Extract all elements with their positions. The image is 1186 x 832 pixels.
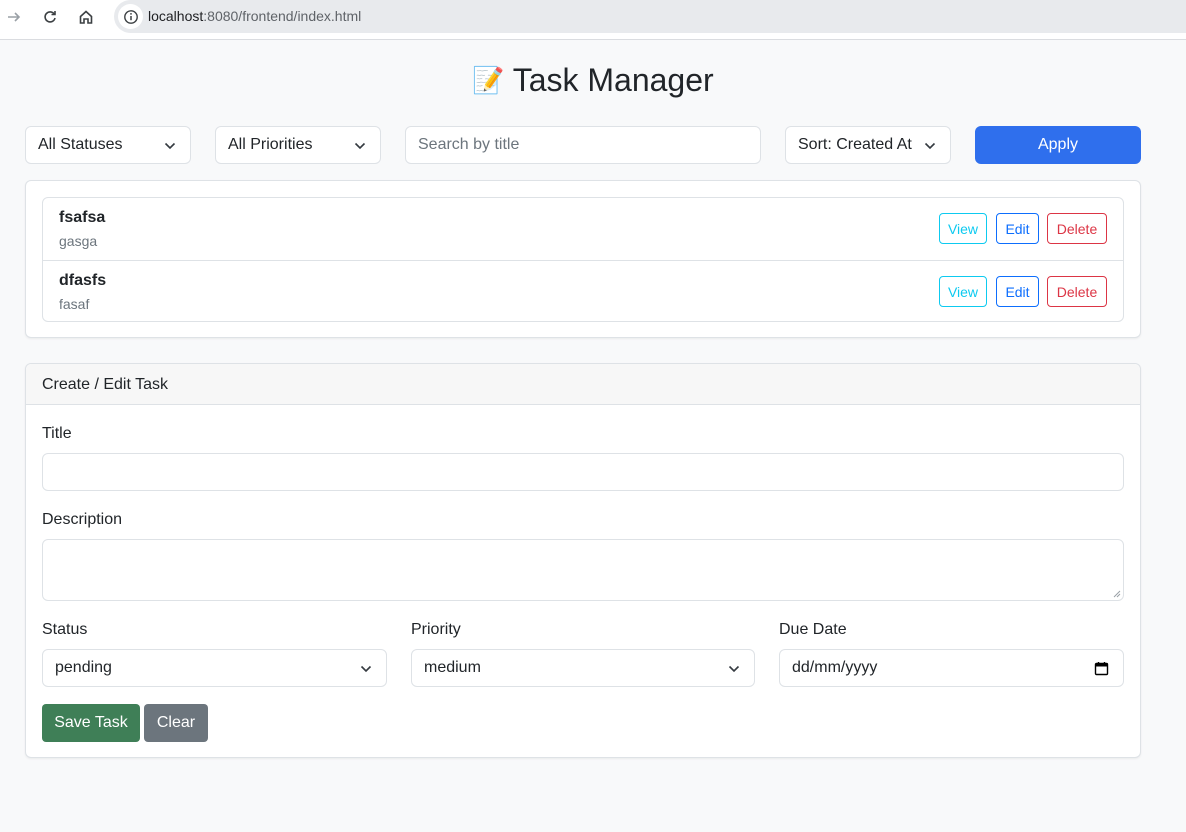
- status-label: Status: [42, 621, 88, 638]
- url-host: localhost: [148, 8, 204, 24]
- description-label: Description: [42, 511, 123, 528]
- resize-grip-icon[interactable]: [1113, 590, 1121, 598]
- chevron-down-icon: [164, 142, 176, 150]
- status-select[interactable]: pending: [42, 649, 387, 687]
- priority-label: Priority: [411, 621, 461, 638]
- chevron-down-icon: [360, 665, 372, 673]
- description-textarea[interactable]: [42, 539, 1124, 601]
- sort-select[interactable]: Sort: Created At: [785, 126, 951, 164]
- task-form-card: Create / Edit Task Title Description Sta…: [25, 363, 1141, 758]
- edit-button[interactable]: Edit: [996, 276, 1039, 307]
- sort-value: Sort: Created At: [798, 136, 912, 153]
- browser-toolbar: localhost:8080/frontend/index.html: [0, 0, 1186, 40]
- apply-button[interactable]: Apply: [975, 126, 1141, 164]
- calendar-icon[interactable]: [1094, 661, 1109, 676]
- status-filter-value: All Statuses: [38, 136, 123, 153]
- task-title: dfasfs: [59, 272, 107, 289]
- chevron-down-icon: [728, 665, 740, 673]
- search-input[interactable]: Search by title: [405, 126, 761, 164]
- search-placeholder: Search by title: [418, 136, 520, 153]
- task-list-card: fsafsa gasga View Edit Delete dfasfs fas…: [25, 180, 1141, 338]
- task-description: fasaf: [59, 296, 90, 312]
- title-label: Title: [42, 425, 72, 442]
- view-button[interactable]: View: [939, 213, 987, 244]
- status-filter-select[interactable]: All Statuses: [25, 126, 191, 164]
- forward-icon[interactable]: [2, 5, 26, 29]
- priority-select-value: medium: [424, 659, 481, 676]
- url-path: :8080/frontend/index.html: [203, 8, 362, 24]
- due-date-label: Due Date: [779, 621, 847, 638]
- form-header: Create / Edit Task: [26, 364, 1140, 405]
- priority-filter-select[interactable]: All Priorities: [215, 126, 381, 164]
- priority-filter-value: All Priorities: [228, 136, 313, 153]
- site-info-icon[interactable]: [118, 4, 143, 29]
- address-bar[interactable]: localhost:8080/frontend/index.html: [114, 0, 1186, 33]
- edit-button[interactable]: Edit: [996, 213, 1039, 244]
- save-task-button[interactable]: Save Task: [42, 704, 140, 742]
- view-button[interactable]: View: [939, 276, 987, 307]
- task-list: fsafsa gasga View Edit Delete dfasfs fas…: [42, 197, 1124, 322]
- home-icon[interactable]: [74, 5, 98, 29]
- chevron-down-icon: [354, 142, 366, 150]
- delete-button[interactable]: Delete: [1047, 213, 1107, 244]
- task-item: fsafsa gasga View Edit Delete: [43, 198, 1123, 260]
- priority-select[interactable]: medium: [411, 649, 755, 687]
- page-title: 📝 Task Manager: [0, 62, 1186, 99]
- title-input[interactable]: [42, 453, 1124, 491]
- task-description: gasga: [59, 233, 98, 249]
- url-text: localhost:8080/frontend/index.html: [148, 8, 361, 24]
- status-select-value: pending: [55, 659, 112, 676]
- due-date-value: dd/mm/yyyy: [792, 659, 878, 676]
- reload-icon[interactable]: [38, 5, 62, 29]
- chevron-down-icon: [924, 142, 936, 150]
- page-title-text: Task Manager: [512, 62, 714, 98]
- memo-icon: 📝: [472, 65, 505, 95]
- delete-button[interactable]: Delete: [1047, 276, 1107, 307]
- clear-button[interactable]: Clear: [144, 704, 208, 742]
- task-item: dfasfs fasaf View Edit Delete: [43, 260, 1123, 321]
- due-date-input[interactable]: dd/mm/yyyy: [779, 649, 1124, 687]
- task-title: fsafsa: [59, 209, 106, 226]
